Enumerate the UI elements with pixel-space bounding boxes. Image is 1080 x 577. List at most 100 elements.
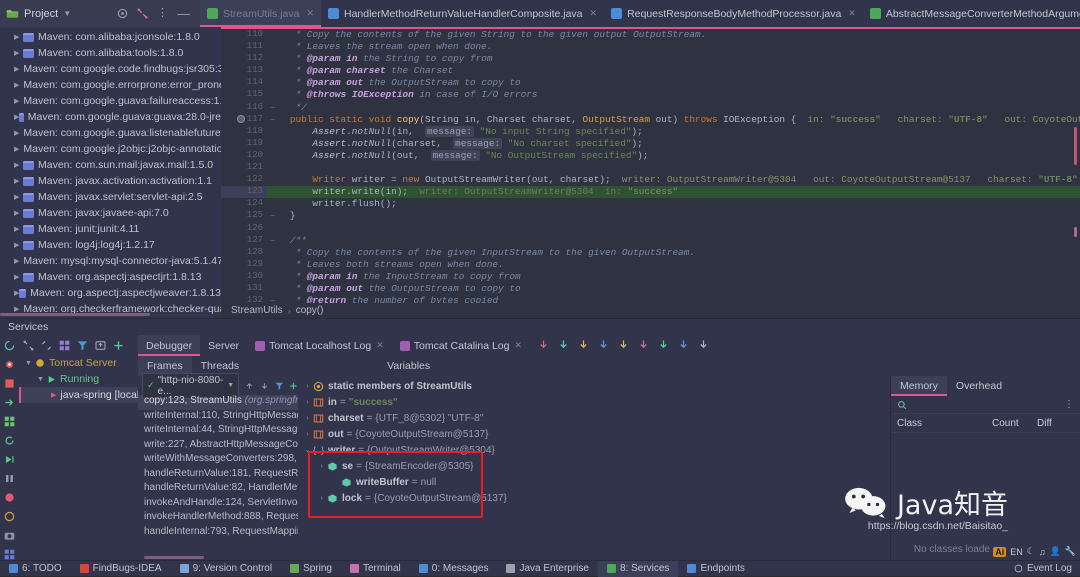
code-editor[interactable]: 110 111 112 113 114 115 ─ 116 ─ 117 118 119 120 121 12… (221, 27, 1080, 318)
frame-item[interactable]: writeInternal:110, StringHttpMessageCo (138, 410, 298, 425)
project-tree[interactable]: ▶ Maven: com.alibaba:jconsole:1.8.0 ▶ Maven… (0, 27, 221, 318)
project-tree-item[interactable]: ▶ Maven: com.google.j2objc:j2objc-annotat… (0, 141, 221, 157)
event-log-button[interactable]: Event Log (1014, 563, 1080, 574)
project-tree-item[interactable]: ▶ Maven: com.alibaba:tools:1.8.0 (0, 45, 221, 61)
code-line[interactable]: /** (267, 235, 1080, 247)
code-line[interactable]: Writer writer = new OutputStreamWriter(o… (267, 174, 1080, 186)
breakpoint-gutter-icon[interactable] (237, 114, 245, 123)
step-out-icon[interactable] (618, 339, 629, 353)
chevron-right-icon[interactable]: ▶ (14, 257, 19, 265)
status-bar-item-7[interactable]: 8: Services (597, 560, 679, 577)
project-tree-item[interactable]: ▶ Maven: com.google.errorprone:error_pron… (0, 77, 221, 93)
project-tree-item[interactable]: ▶ Maven: javax.servlet:servlet-api:2.5 (0, 189, 221, 205)
line-number[interactable]: ─ 116 (221, 102, 275, 114)
line-number[interactable]: ─ 117 (221, 114, 275, 126)
chevron-right-icon[interactable]: ▶ (14, 33, 23, 41)
project-tree-item[interactable]: ▶ Maven: com.sun.mail:javax.mail:1.5.0 (0, 157, 221, 173)
code-line[interactable]: * @param in the InputStream to copy from (267, 271, 1080, 283)
expand-chevron-icon[interactable]: › (302, 431, 313, 438)
editor-tab-3[interactable]: AbstractMessageConverterMethodArgumentRe… (863, 0, 1080, 27)
line-number[interactable]: 111 (221, 41, 267, 53)
breakpoint-icon[interactable] (4, 492, 15, 503)
settings2-icon[interactable] (698, 339, 709, 353)
close-icon[interactable]: ✕ (590, 8, 598, 19)
rerun-icon[interactable] (4, 340, 15, 351)
frame-item[interactable]: writeInternal:44, StringHttpMessageCon (138, 424, 298, 439)
editor-tab-0[interactable]: StreamUtils.java ✕ (200, 0, 321, 27)
expand-chevron-icon[interactable]: › (302, 399, 313, 406)
filter-icon[interactable] (77, 340, 88, 351)
chevron-right-icon[interactable]: ▶ (14, 129, 19, 137)
frame-item[interactable]: handleReturnValue:181, RequestRespon (138, 468, 298, 483)
collapse-all-services-icon[interactable] (41, 340, 52, 351)
memory-options-icon[interactable]: ⋮ (1064, 399, 1074, 410)
debug-icon[interactable] (4, 359, 15, 370)
chevron-right-icon[interactable]: ▶ (14, 193, 23, 201)
line-number[interactable]: 131 (221, 283, 267, 295)
more-side-icon[interactable] (4, 549, 15, 560)
code-line[interactable]: * @param charset the Charset (267, 65, 1080, 77)
code-line[interactable] (267, 162, 1080, 174)
editor-tab-2[interactable]: RequestResponseBodyMethodProcessor.java ✕ (604, 0, 863, 27)
status-bar-item-2[interactable]: 9: Version Control (171, 561, 282, 577)
tab-memory[interactable]: Memory (891, 376, 947, 396)
code-line[interactable]: Assert.notNull(in, message: "No input St… (267, 125, 1080, 138)
code-line[interactable]: Assert.notNull(out, message: "No OutputS… (267, 149, 1080, 162)
chevron-icon[interactable]: ▼ (25, 360, 35, 367)
user-icon[interactable]: 👤 (1050, 546, 1061, 557)
restore-layout-icon[interactable] (95, 340, 106, 351)
close-icon[interactable]: ✕ (848, 8, 856, 19)
screenshot-icon[interactable] (4, 530, 15, 541)
frames-scrollbar[interactable] (144, 556, 204, 559)
project-tree-item[interactable]: ▶ Maven: org.aspectj:aspectjweaver:1.8.13 (0, 285, 221, 301)
run-to-cursor-icon[interactable] (658, 339, 669, 353)
variable-row[interactable]: › se = {StreamEncoder@5305} (298, 458, 890, 474)
expand-chevron-icon[interactable]: › (316, 495, 327, 502)
frame-item[interactable]: copy:123, StreamUtils (org.springframe (138, 395, 298, 410)
editor-tab-1[interactable]: HandlerMethodReturnValueHandlerComposite… (321, 0, 604, 27)
line-number[interactable]: 126 (221, 223, 267, 235)
editor-code-area[interactable]: * Copy the contents of the given String … (267, 27, 1080, 318)
add-icon[interactable] (113, 340, 124, 351)
chevron-icon[interactable]: ▼ (37, 376, 47, 383)
line-number[interactable]: 130 (221, 271, 267, 283)
breadcrumb-method[interactable]: copy() (296, 305, 324, 316)
line-number[interactable]: 124 (221, 198, 267, 210)
code-line[interactable]: public static void copy(String in, Chars… (267, 114, 1080, 126)
chevron-down-icon[interactable]: ▼ (63, 9, 71, 18)
code-line[interactable]: * @param in the String to copy from (267, 53, 1080, 65)
sound-icon[interactable]: ♫ (1039, 547, 1046, 557)
variable-row[interactable]: › static members of StreamUtils (298, 378, 890, 394)
project-panel-header[interactable]: Project ▼ ⋮ — (0, 0, 200, 27)
frame-item[interactable]: invokeHandlerMethod:888, RequestMap (138, 511, 298, 526)
chevron-right-icon[interactable]: ▶ (14, 161, 23, 169)
code-line[interactable]: * @throws IOException in case of I/O err… (267, 89, 1080, 101)
status-bar-item-8[interactable]: Endpoints (678, 561, 753, 577)
frame-item[interactable]: invokeAndHandle:124, ServletInvocable (138, 497, 298, 512)
line-number[interactable]: 113 (221, 65, 267, 77)
variable-row[interactable]: ⌄ {..} writer = {OutputStreamWriter@5304} (298, 442, 890, 458)
project-tree-item[interactable]: ▶ Maven: com.google.guava:guava:28.0-jre (0, 109, 221, 125)
frame-item[interactable]: writeWithMessageConverters:298, Abstr (138, 453, 298, 468)
force-step-into-icon[interactable] (598, 339, 609, 353)
variable-row[interactable]: › out = {CoyoteOutputStream@5137} (298, 426, 890, 442)
frames-panel[interactable]: ✓ "http-nio-8080-e... ▼ copy:123, Stream… (138, 372, 298, 560)
expand-chevron-icon[interactable]: › (302, 383, 313, 390)
project-tree-item[interactable]: ▶ Maven: com.google.guava:failureaccess:1… (0, 93, 221, 109)
services-tree-item[interactable]: ▶ java-spring [local] (19, 387, 142, 403)
more-options-icon[interactable]: ⋮ (157, 8, 168, 19)
debugger-tab-2[interactable]: Tomcat Localhost Log ✕ (247, 335, 392, 356)
show-execution-point-icon[interactable] (538, 339, 549, 353)
grid-layout-icon[interactable] (4, 416, 15, 427)
line-number[interactable]: ─ 125 (221, 210, 275, 222)
project-tree-item[interactable]: ▶ Maven: org.aspectj:aspectjrt:1.8.13 (0, 269, 221, 285)
evaluate-icon[interactable] (678, 339, 689, 353)
settings-icon[interactable] (117, 8, 128, 19)
collapse-all-icon[interactable] (137, 8, 148, 19)
status-bar-item-1[interactable]: FindBugs-IDEA (71, 561, 171, 577)
status-bar-item-3[interactable]: Spring (281, 561, 341, 577)
services-tree-item[interactable]: ▼ Running (19, 371, 138, 387)
ime-language-label[interactable]: EN (1010, 547, 1023, 557)
project-tree-item[interactable]: ▶ Maven: mysql:mysql-connector-java:5.1.4… (0, 253, 221, 269)
chevron-right-icon[interactable]: ▶ (14, 305, 19, 313)
